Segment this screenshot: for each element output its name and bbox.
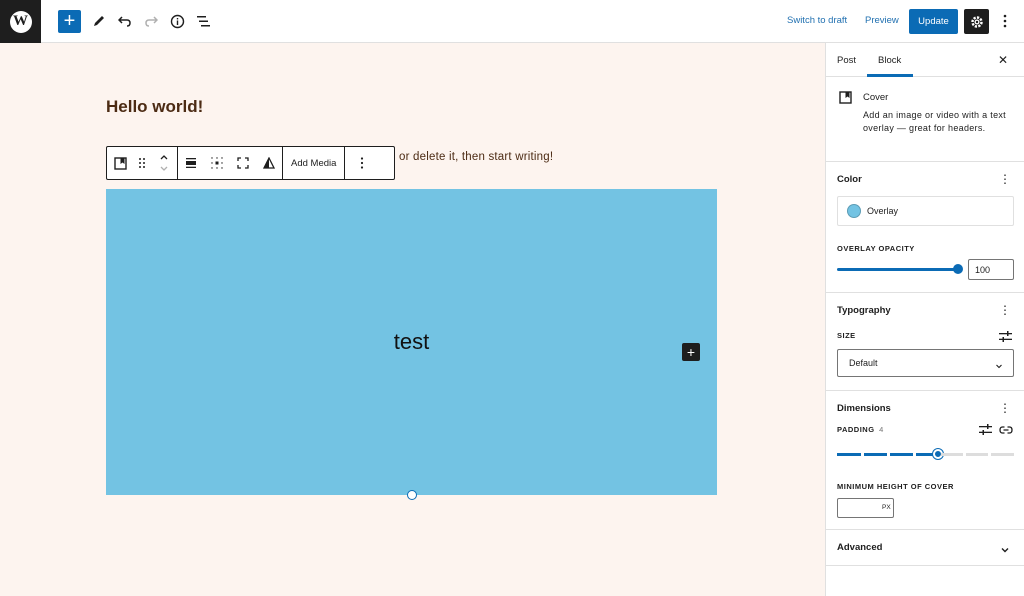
paragraph-block[interactable]: or delete it, then start writing! <box>399 151 553 163</box>
size-label: SIZE <box>837 331 856 340</box>
cover-text[interactable]: test <box>106 329 717 355</box>
list-view-icon[interactable] <box>192 10 214 32</box>
options-group <box>345 147 379 179</box>
align-icon[interactable] <box>178 147 204 179</box>
preview-button[interactable]: Preview <box>865 15 899 26</box>
dimensions-panel: Dimensions ⋮ PADDING 4 MINIMUM HEIGHT OF… <box>826 391 1024 530</box>
edit-tools-icon[interactable] <box>88 10 110 32</box>
overlay-opacity-input[interactable]: 100 <box>968 259 1014 280</box>
drag-handle-icon[interactable] <box>133 147 151 179</box>
full-height-icon[interactable] <box>230 147 256 179</box>
overlay-opacity-label: OVERLAY OPACITY <box>837 244 915 253</box>
editor-header: W + Switch to draft Preview Update <box>0 0 1024 43</box>
post-title[interactable]: Hello world! <box>106 97 203 117</box>
tab-block[interactable]: Block <box>878 55 901 66</box>
overlay-opacity-value: 100 <box>975 265 991 275</box>
overlay-opacity-thumb[interactable] <box>953 264 963 274</box>
add-media-button[interactable]: Add Media <box>283 158 344 169</box>
dimensions-options-icon[interactable]: ⋮ <box>999 401 1011 415</box>
settings-sidebar: Post Block ✕ Cover Add an image or video… <box>825 43 1024 596</box>
overlay-color-item[interactable]: Overlay <box>837 196 1014 226</box>
min-height-unit[interactable]: PX <box>882 504 891 511</box>
color-panel: Color ⋮ Overlay OVERLAY OPACITY 100 <box>826 162 1024 293</box>
min-height-label: MINIMUM HEIGHT OF COVER <box>837 482 954 491</box>
cover-block[interactable]: test + <box>106 189 717 495</box>
link-sides-icon[interactable] <box>999 422 1013 440</box>
options-icon[interactable] <box>994 10 1016 32</box>
close-icon[interactable]: ✕ <box>998 53 1008 67</box>
dimensions-panel-title: Dimensions <box>837 403 891 414</box>
update-button[interactable]: Update <box>909 9 958 34</box>
chevron-down-icon <box>1000 542 1010 560</box>
color-options-icon[interactable]: ⋮ <box>999 172 1011 186</box>
overlay-label: Overlay <box>867 206 899 216</box>
overlay-swatch <box>847 204 861 218</box>
padding-label: PADDING 4 <box>837 425 884 434</box>
padding-value: 4 <box>879 425 884 434</box>
color-panel-title: Color <box>837 174 862 185</box>
cover-block-icon[interactable] <box>107 147 133 179</box>
redo-icon[interactable] <box>140 10 162 32</box>
block-options-icon[interactable] <box>345 147 379 179</box>
custom-padding-icon[interactable] <box>979 422 992 440</box>
content-position-icon[interactable] <box>204 147 230 179</box>
typography-options-icon[interactable]: ⋮ <box>999 303 1011 317</box>
block-card: Cover Add an image or video with a text … <box>826 77 1024 162</box>
duotone-icon[interactable] <box>256 147 282 179</box>
typography-panel-title: Typography <box>837 305 891 316</box>
block-card-title: Cover <box>863 92 889 103</box>
padding-step <box>941 453 963 456</box>
resize-handle[interactable] <box>407 490 417 500</box>
padding-step <box>966 453 988 456</box>
font-size-select[interactable]: Default <box>837 349 1014 377</box>
overlay-opacity-slider[interactable] <box>837 268 958 271</box>
settings-icon[interactable] <box>964 9 989 34</box>
block-inserter-icon[interactable]: + <box>682 343 700 361</box>
advanced-panel-title: Advanced <box>837 542 883 553</box>
info-icon[interactable] <box>166 10 188 32</box>
move-up-down-icon[interactable] <box>151 147 177 179</box>
font-size-value: Default <box>849 358 878 368</box>
block-switcher-group <box>107 147 178 179</box>
block-card-description: Add an image or video with a text overla… <box>863 110 1006 133</box>
wordpress-logo[interactable]: W <box>0 0 41 43</box>
wordpress-logo-icon: W <box>9 10 32 33</box>
switch-to-draft-button[interactable]: Switch to draft <box>787 15 847 26</box>
typography-panel: Typography ⋮ SIZE Default <box>826 293 1024 391</box>
block-toolbar: Add Media <box>106 146 395 180</box>
alignment-group <box>178 147 283 179</box>
custom-size-icon[interactable] <box>999 329 1012 347</box>
advanced-panel[interactable]: Advanced <box>826 530 1024 566</box>
sidebar-tabs: Post Block ✕ <box>826 43 1024 77</box>
padding-step <box>864 453 887 456</box>
padding-step <box>991 453 1014 456</box>
min-height-input[interactable]: PX <box>837 498 894 518</box>
add-block-button[interactable]: + <box>58 10 81 33</box>
cover-block-icon <box>839 91 852 109</box>
tab-post[interactable]: Post <box>837 55 856 66</box>
chevron-down-icon <box>995 357 1003 375</box>
undo-icon[interactable] <box>114 10 136 32</box>
padding-label-text: PADDING <box>837 425 875 434</box>
padding-step <box>837 453 861 456</box>
media-group: Add Media <box>283 147 346 179</box>
padding-step <box>890 453 913 456</box>
